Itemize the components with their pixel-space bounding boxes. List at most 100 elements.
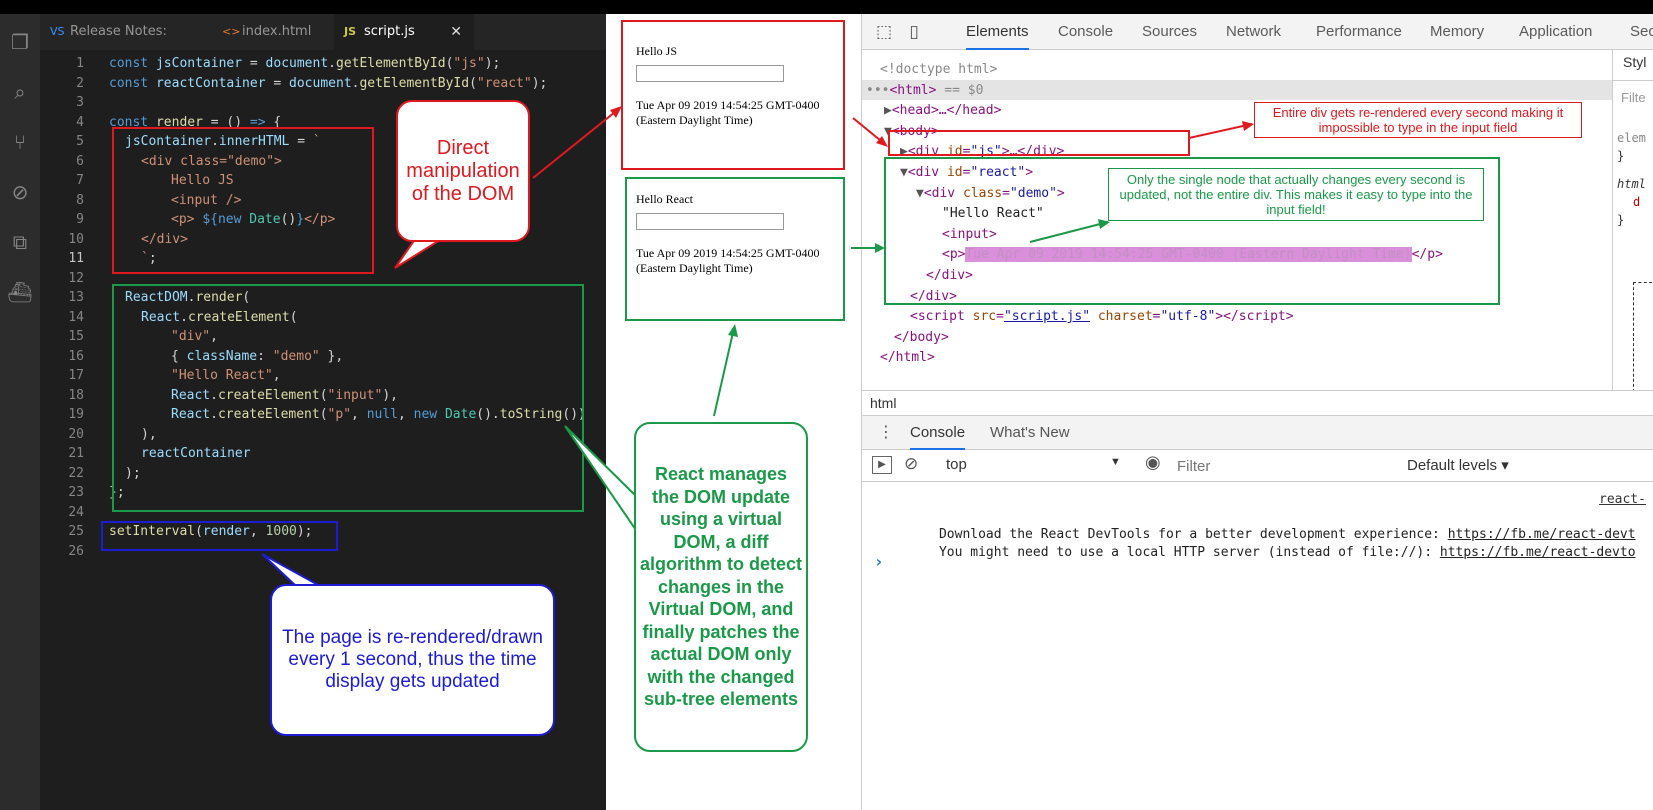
log-levels-select[interactable]: Default levels ▾ <box>1407 456 1509 474</box>
code-line[interactable]: Hello JS <box>171 171 234 191</box>
styles-tab[interactable]: Styl <box>1623 54 1646 70</box>
dom-node[interactable]: </body> <box>894 328 949 348</box>
code-line[interactable]: setInterval(render, 1000); <box>109 522 313 542</box>
tab-memory[interactable]: Memory <box>1430 14 1484 50</box>
styles-filter[interactable]: Filte <box>1621 90 1646 105</box>
line-number: 1 <box>76 56 84 71</box>
tab-label: script.js <box>364 24 415 39</box>
callout-text: Direct manipulation of the DOM <box>406 136 520 205</box>
eye-icon[interactable]: ◉ <box>1145 452 1161 473</box>
line-number: 17 <box>68 368 84 383</box>
device-toolbar-icon[interactable]: ▯ <box>904 22 924 42</box>
close-icon[interactable]: ✕ <box>450 14 462 50</box>
dom-node[interactable]: "Hello React" <box>942 204 1044 224</box>
console-prompt[interactable]: › <box>874 552 884 571</box>
extensions-icon[interactable]: ⧉ <box>6 228 34 256</box>
html-file-icon: <> <box>222 25 241 38</box>
code-line[interactable]: `; <box>141 249 157 269</box>
more-icon[interactable]: ⋮ <box>878 422 894 441</box>
drawer-tab-console[interactable]: Console <box>910 416 966 450</box>
dom-node[interactable]: ▶<div id="js">…</div> <box>900 142 1064 162</box>
tab-index-html[interactable]: <> index.html <box>212 14 334 50</box>
code-line[interactable]: const render = () => { <box>109 113 281 133</box>
line-number: 5 <box>76 134 84 149</box>
dom-node[interactable]: <!doctype html> <box>880 60 997 80</box>
dom-node[interactable]: </div> <box>926 266 973 286</box>
code-line[interactable]: reactContainer <box>141 444 251 464</box>
code-line[interactable]: { className: "demo" }, <box>171 347 343 367</box>
line-number: 20 <box>68 426 84 442</box>
react-heading: Hello React <box>636 192 693 206</box>
explorer-icon[interactable]: ❐ <box>6 28 34 56</box>
debug-icon[interactable]: ⊘ <box>6 178 34 206</box>
line-number: 16 <box>68 348 84 364</box>
tab-application[interactable]: Application <box>1519 14 1592 50</box>
chevron-down-icon[interactable]: ▼ <box>1110 456 1121 468</box>
code-line[interactable]: "Hello React", <box>171 366 281 386</box>
js-input[interactable] <box>636 65 784 82</box>
code-line[interactable]: }; <box>109 483 125 503</box>
console-message-link[interactable]: https://fb.me/react-devto <box>1440 545 1636 560</box>
code-line[interactable]: ReactDOM.render( <box>125 288 250 308</box>
dom-node[interactable]: ▼<div id="react"> <box>900 163 1033 183</box>
dom-node[interactable]: ▼<body> <box>884 122 939 142</box>
code-line[interactable]: <input /> <box>171 191 241 211</box>
code-line[interactable]: React.createElement("p", null, new Date(… <box>171 405 586 425</box>
tab-release-notes[interactable]: VS Release Notes: 1.33.0 <box>40 14 212 75</box>
code-line[interactable]: React.createElement( <box>141 308 298 328</box>
dom-node[interactable]: <p>Tue Apr 09 2019 14:54:25 GMT-0400 (Ea… <box>942 245 1443 265</box>
line-number: 18 <box>68 387 84 403</box>
breadcrumb[interactable]: html <box>862 390 1653 416</box>
console-filter-input[interactable] <box>1177 455 1397 477</box>
code-line[interactable]: const jsContainer = document.getElementB… <box>109 54 500 74</box>
console-output: react- Download the React DevTools for a… <box>862 482 1653 810</box>
dom-node[interactable]: •••<html> == $0 <box>866 81 983 101</box>
code-line[interactable]: jsContainer.innerHTML = ` <box>125 132 321 152</box>
callout-text: Only the single node that actually chang… <box>1119 172 1473 217</box>
tab-sources[interactable]: Sources <box>1142 14 1197 50</box>
activity-bar: ❐ ⌕ ⑂ ⊘ ⧉ ⛴ <box>0 14 40 810</box>
dom-node[interactable]: ▶<head>…</head> <box>884 101 1001 121</box>
tab-elements[interactable]: Elements <box>966 14 1029 50</box>
styles-pane: Styl Filte elem } html d } <box>1612 50 1653 395</box>
code-line[interactable]: ); <box>125 464 141 484</box>
style-rule-line: d <box>1633 195 1641 209</box>
drawer-tab-bar: ⋮ Console What's New <box>862 416 1653 450</box>
console-source-link[interactable]: react- <box>1599 492 1646 507</box>
code-line[interactable]: <div class="demo"> <box>141 152 282 172</box>
tab-security[interactable]: Sec <box>1630 14 1653 50</box>
dom-node[interactable]: ▼<div class="demo"> <box>916 184 1065 204</box>
code-line[interactable]: "div", <box>171 327 218 347</box>
code-line[interactable]: <p> ${new Date()}</p> <box>171 210 335 230</box>
line-number: 26 <box>68 543 84 559</box>
line-number: 23 <box>68 485 84 500</box>
inspect-element-icon[interactable]: ⬚ <box>874 22 894 42</box>
dom-node[interactable]: </html> <box>880 348 935 368</box>
code-line[interactable]: </div> <box>141 230 188 250</box>
dom-node[interactable]: <input> <box>942 225 997 245</box>
breadcrumb-html[interactable]: html <box>870 395 896 411</box>
source-control-icon[interactable]: ⑂ <box>6 128 34 156</box>
drawer-tab-whats-new[interactable]: What's New <box>990 416 1070 450</box>
clear-console-icon[interactable]: ⊘ <box>904 454 918 474</box>
dom-node[interactable]: <script src="script.js" charset="utf-8">… <box>910 307 1294 327</box>
tab-script-js[interactable]: JS script.js ✕ <box>334 14 474 50</box>
dom-node[interactable]: </div> <box>910 287 957 307</box>
react-input[interactable] <box>636 213 784 230</box>
tab-network[interactable]: Network <box>1226 14 1281 50</box>
line-number: 3 <box>76 95 84 110</box>
tab-console[interactable]: Console <box>1058 14 1113 50</box>
sidebar-toggle-icon[interactable]: ▶ <box>872 456 892 474</box>
search-icon[interactable]: ⌕ <box>6 78 34 106</box>
line-number: 15 <box>68 329 84 344</box>
code-line[interactable]: ), <box>141 425 157 445</box>
callout-text: The page is re-rendered/drawn every 1 se… <box>282 627 543 692</box>
js-time: Tue Apr 09 2019 14:54:25 GMT-0400 (Easte… <box>636 98 820 127</box>
context-select[interactable]: top <box>946 456 967 473</box>
tab-performance[interactable]: Performance <box>1316 14 1402 50</box>
code-line[interactable]: const reactContainer = document.getEleme… <box>109 74 547 94</box>
line-number: 7 <box>76 173 84 188</box>
docker-icon[interactable]: ⛴ <box>6 278 34 306</box>
callout-text: React manages the DOM update using a vir… <box>640 464 803 710</box>
code-line[interactable]: React.createElement("input"), <box>171 386 398 406</box>
